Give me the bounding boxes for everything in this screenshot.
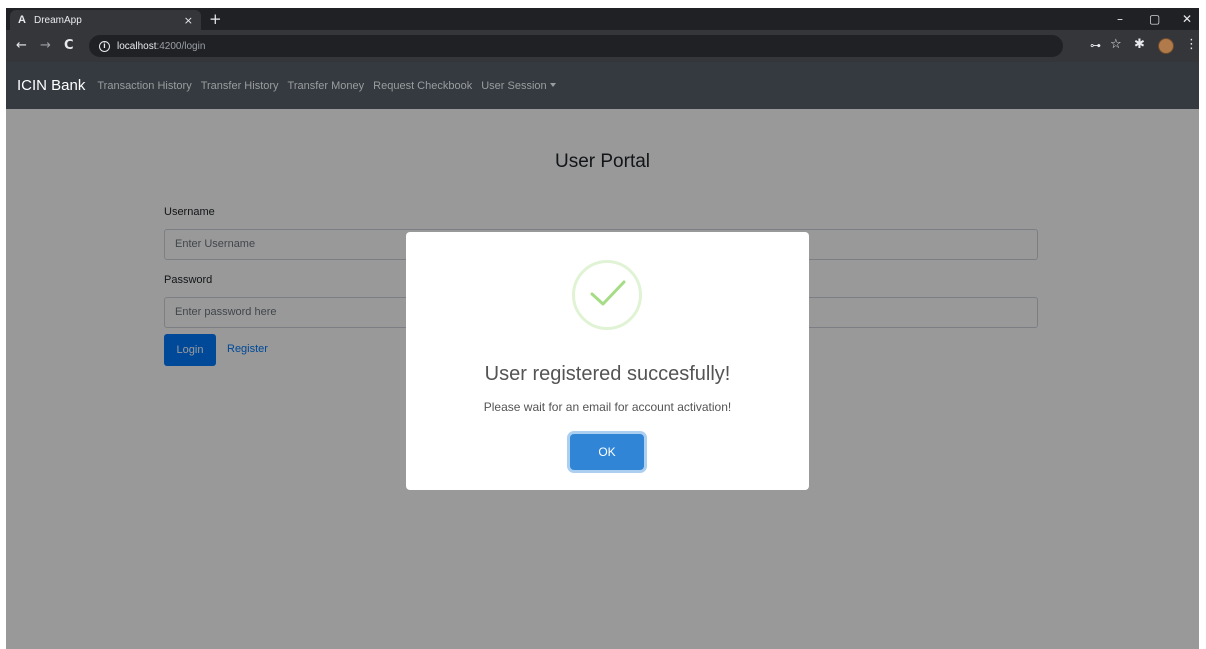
extensions-puzzle-icon[interactable]: ✱ <box>1134 37 1145 53</box>
address-bar[interactable]: i localhost:4200/login <box>89 35 1063 57</box>
browser-window: A DreamApp × + – ▢ ✕ ← → C i localhost:4… <box>6 8 1199 649</box>
nav-link-transfer-history[interactable]: Transfer History <box>201 80 279 92</box>
dialog-title: User registered succesfully! <box>484 363 731 385</box>
password-key-icon[interactable]: ⊶ <box>1090 38 1101 54</box>
navbar-brand[interactable]: ICIN Bank <box>17 77 85 94</box>
caret-down-icon <box>549 82 556 87</box>
reload-icon[interactable]: C <box>64 37 74 55</box>
tab-close-icon[interactable]: × <box>184 14 193 27</box>
nav-link-transfer-money[interactable]: Transfer Money <box>288 80 365 92</box>
url-host: localhost <box>117 40 157 52</box>
site-navbar: ICIN Bank Transaction History Transfer H… <box>6 62 1199 109</box>
forward-arrow-icon[interactable]: → <box>40 37 51 55</box>
url-path: :4200/login <box>156 40 206 52</box>
nav-dropdown-label: User Session <box>481 79 547 92</box>
nav-dropdown-user-session[interactable]: User Session <box>481 79 556 92</box>
ok-button[interactable]: OK <box>570 434 644 470</box>
angular-favicon-icon: A <box>18 14 26 26</box>
site-info-icon[interactable]: i <box>99 40 110 52</box>
success-check-icon <box>572 260 642 330</box>
browser-menu-icon[interactable]: ⋮ <box>1185 37 1198 53</box>
tab-title: DreamApp <box>34 14 82 26</box>
close-window-icon[interactable]: ✕ <box>1182 10 1192 28</box>
minimize-icon[interactable]: – <box>1117 10 1123 28</box>
back-arrow-icon[interactable]: ← <box>16 37 27 55</box>
nav-link-request-checkbook[interactable]: Request Checkbook <box>373 80 472 92</box>
nav-link-transaction-history[interactable]: Transaction History <box>97 80 191 92</box>
success-dialog: User registered succesfully! Please wait… <box>406 232 809 490</box>
new-tab-button[interactable]: + <box>209 10 222 28</box>
dialog-message: Please wait for an email for account act… <box>483 400 732 414</box>
page-content: ICIN Bank Transaction History Transfer H… <box>6 62 1199 649</box>
browser-toolbar: ← → C i localhost:4200/login ⊶ ☆ ✱ ⋮ <box>6 30 1199 62</box>
maximize-icon[interactable]: ▢ <box>1149 10 1160 28</box>
bookmark-star-icon[interactable]: ☆ <box>1110 37 1122 53</box>
tab-strip: A DreamApp × + – ▢ ✕ <box>6 8 1199 30</box>
browser-tab[interactable]: A DreamApp × <box>10 10 201 30</box>
profile-avatar[interactable] <box>1158 38 1174 54</box>
